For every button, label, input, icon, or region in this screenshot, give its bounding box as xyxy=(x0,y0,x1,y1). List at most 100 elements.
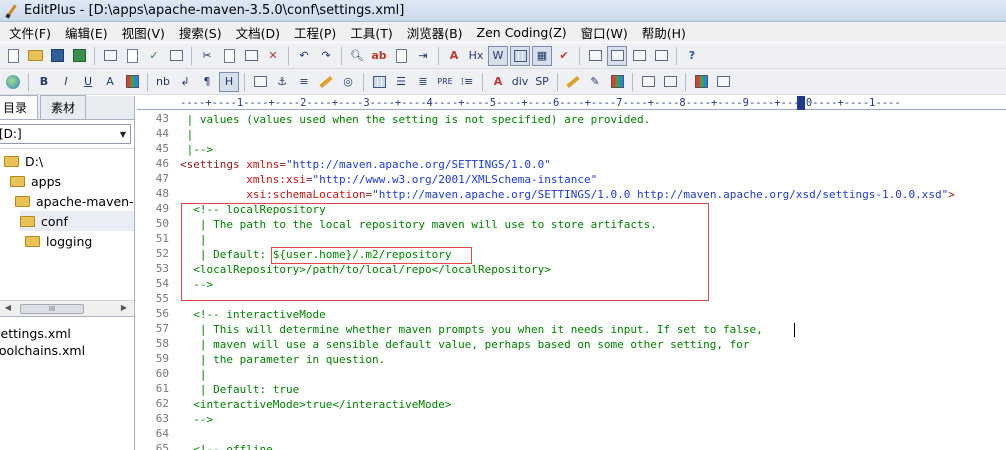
form-button[interactable] xyxy=(638,72,658,92)
scroll-thumb[interactable]: III xyxy=(20,304,84,314)
code-line[interactable]: --> xyxy=(180,412,213,427)
code-line[interactable]: <!-- offline xyxy=(180,442,272,450)
tree-item-apache-maven[interactable]: apache-maven-3 xyxy=(15,191,134,211)
tab-directory[interactable]: 目录 xyxy=(0,95,39,119)
context-help-button[interactable]: ? xyxy=(682,46,702,66)
save-button[interactable] xyxy=(47,46,67,66)
font-style-button[interactable]: A xyxy=(488,72,508,92)
heading-button[interactable]: H xyxy=(219,71,239,92)
open-file-button[interactable] xyxy=(25,46,45,66)
comment-button[interactable] xyxy=(316,72,336,92)
output-window-button[interactable] xyxy=(629,46,649,66)
palette-button[interactable] xyxy=(691,72,711,92)
color-picker-button[interactable] xyxy=(607,72,627,92)
code-line[interactable]: | maven will use a sensible default valu… xyxy=(180,337,750,352)
fullscreen-button[interactable] xyxy=(651,46,671,66)
code-line[interactable]: | the parameter in question. xyxy=(180,352,385,367)
delete-button[interactable]: ✕ xyxy=(263,46,283,66)
menu-window[interactable]: 窗口(W) xyxy=(574,23,635,42)
print-preview-button[interactable] xyxy=(122,46,142,66)
word-wrap-button[interactable]: W xyxy=(488,45,508,66)
menu-zen-coding[interactable]: Zen Coding(Z) xyxy=(470,25,574,40)
code-line[interactable]: | xyxy=(180,367,207,382)
new-file-button[interactable] xyxy=(3,46,23,66)
browser-preview-button[interactable] xyxy=(166,46,186,66)
paste-button[interactable] xyxy=(241,46,261,66)
scroll-left-icon[interactable]: ◀ xyxy=(2,303,14,315)
file-item-toolchains[interactable]: toolchains.xml xyxy=(0,343,134,360)
special-char-button[interactable]: ◎ xyxy=(338,72,358,92)
goto-line-button[interactable]: ⇥ xyxy=(413,46,433,66)
scroll-right-icon[interactable]: ▶ xyxy=(118,303,130,315)
menu-browser[interactable]: 浏览器(B) xyxy=(400,23,470,42)
tree-item-logging[interactable]: logging xyxy=(25,231,92,251)
cut-button[interactable]: ✂ xyxy=(197,46,217,66)
anchor-button[interactable]: ⚓ xyxy=(272,72,292,92)
span-button[interactable]: SP xyxy=(532,72,552,92)
menu-project[interactable]: 工程(P) xyxy=(287,23,343,42)
menu-document[interactable]: 文档(D) xyxy=(229,23,287,42)
menu-tools[interactable]: 工具(T) xyxy=(343,23,399,42)
font-button[interactable]: A xyxy=(444,46,464,66)
bold-button[interactable]: B xyxy=(34,72,54,92)
file-item-settings[interactable]: settings.xml xyxy=(0,326,134,343)
code-line[interactable]: xsi:schemaLocation="http://maven.apache.… xyxy=(180,187,955,202)
code-line[interactable]: | values (values used when the setting i… xyxy=(180,112,651,127)
directory-window-button[interactable] xyxy=(607,45,627,66)
script-button[interactable] xyxy=(563,72,583,92)
tree-item-apps[interactable]: apps xyxy=(10,171,61,191)
align-button[interactable]: ☰ xyxy=(391,72,411,92)
code-line[interactable]: <!-- interactiveMode xyxy=(180,307,325,322)
redo-button[interactable]: ↷ xyxy=(316,46,336,66)
line-break-button[interactable]: ↲ xyxy=(175,72,195,92)
line-number-button[interactable] xyxy=(510,45,530,66)
find-button[interactable]: 🔍︎ xyxy=(347,46,367,66)
css-button[interactable]: ✎ xyxy=(585,72,605,92)
underline-button[interactable]: U xyxy=(78,72,98,92)
code-line[interactable]: | Default: true xyxy=(180,382,299,397)
code-line[interactable]: xmlns:xsi="http://www.w3.org/2001/XMLSch… xyxy=(180,172,597,187)
color-button[interactable] xyxy=(122,72,142,92)
find-in-files-button[interactable] xyxy=(391,46,411,66)
drive-select[interactable]: [D:] ▼ xyxy=(0,124,131,144)
code-line[interactable]: | xyxy=(180,127,194,142)
browser-button[interactable] xyxy=(3,72,23,92)
tab-clips[interactable]: 素材 xyxy=(40,95,87,119)
code-line[interactable]: |--> xyxy=(180,142,214,157)
table-button[interactable] xyxy=(369,72,389,92)
replace-button[interactable]: ab xyxy=(369,46,389,66)
italic-button[interactable]: I xyxy=(56,72,76,92)
horizontal-rule-button[interactable]: ≡ xyxy=(294,72,314,92)
pre-button[interactable]: PRE xyxy=(435,72,455,92)
code-line[interactable]: | This will determine whether maven prom… xyxy=(180,322,763,337)
paragraph-button[interactable]: ¶ xyxy=(197,72,217,92)
bullet-list-button[interactable]: ⁝≡ xyxy=(457,72,477,92)
spell-check-button-2[interactable]: ✔ xyxy=(554,46,574,66)
code-line[interactable]: <interactiveMode>true</interactiveMode> xyxy=(180,397,451,412)
image-button[interactable] xyxy=(250,72,270,92)
menu-edit[interactable]: 编辑(E) xyxy=(58,23,115,42)
list-button[interactable]: ≣ xyxy=(413,72,433,92)
font-tag-button[interactable]: A xyxy=(100,72,120,92)
undo-button[interactable]: ↶ xyxy=(294,46,314,66)
code-editor[interactable]: ----+----1----+----2----+----3----+----4… xyxy=(137,96,1006,450)
menu-search[interactable]: 搜索(S) xyxy=(172,23,229,42)
ruler-button[interactable]: ▦ xyxy=(532,45,552,66)
code-line[interactable]: <settings xmlns="http://maven.apache.org… xyxy=(180,157,551,172)
save-all-button[interactable] xyxy=(69,46,89,66)
nbsp-button[interactable]: nb xyxy=(153,72,173,92)
copy-button[interactable] xyxy=(219,46,239,66)
tree-horizontal-scrollbar[interactable]: ◀ III ▶ xyxy=(0,300,134,317)
menu-file[interactable]: 文件(F) xyxy=(2,23,58,42)
hex-view-button[interactable]: Hx xyxy=(466,46,486,66)
div-button[interactable]: div xyxy=(510,72,530,92)
input-button[interactable] xyxy=(660,72,680,92)
spell-check-button[interactable]: ✓ xyxy=(144,46,164,66)
menu-view[interactable]: 视图(V) xyxy=(115,23,172,42)
tree-item-d-root[interactable]: D:\ xyxy=(4,151,43,171)
window-list-button[interactable] xyxy=(585,46,605,66)
print-button[interactable] xyxy=(100,46,120,66)
panel-button[interactable] xyxy=(713,72,733,92)
tree-item-conf[interactable]: conf xyxy=(20,211,134,231)
menu-help[interactable]: 帮助(H) xyxy=(635,23,693,42)
